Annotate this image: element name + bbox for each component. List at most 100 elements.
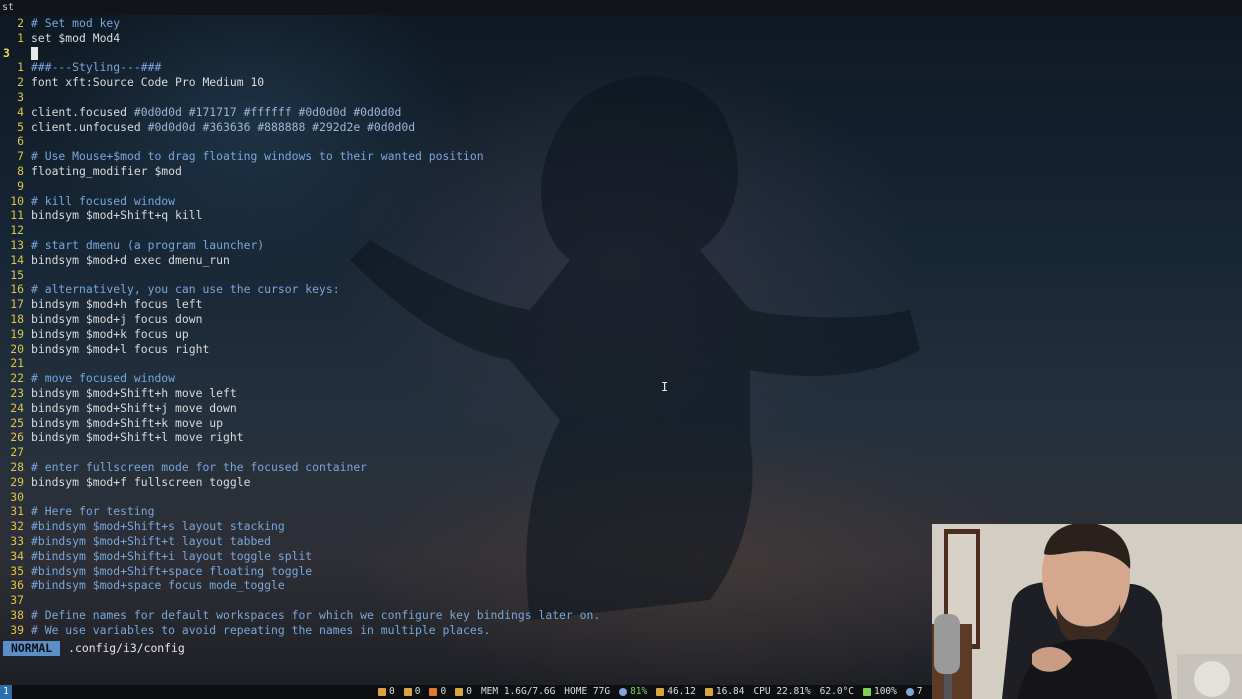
code-line[interactable]: 1 ###---Styling---###	[0, 60, 161, 75]
code-line[interactable]: 39 # We use variables to avoid repeating …	[0, 623, 490, 638]
line-number: 35	[10, 563, 24, 578]
code-line[interactable]: 2 # Set mod key	[0, 16, 120, 31]
status-value: MEM 1.6G/7.6G	[480, 686, 556, 697]
code-text: bindsym $mod+f fullscreen toggle	[31, 474, 251, 489]
code-text: bindsym $mod+Shift+h move left	[31, 386, 237, 400]
code-line[interactable]: 20 bindsym $mod+l focus right	[0, 342, 209, 357]
code-line[interactable]: 29 bindsym $mod+f fullscreen toggle	[0, 475, 250, 490]
code-text: bindsym $mod+Shift+j move down	[31, 400, 237, 415]
upload-icon	[455, 688, 464, 696]
code-line[interactable]: 3	[0, 46, 38, 61]
code-line[interactable]: 10 # kill focused window	[0, 194, 175, 209]
line-number: 21	[10, 356, 24, 371]
volume-icon	[905, 688, 914, 696]
code-line[interactable]: 26 bindsym $mod+Shift+l move right	[0, 430, 243, 445]
code-line[interactable]: 3	[0, 90, 31, 105]
code-line[interactable]: 13 # start dmenu (a program launcher)	[0, 238, 264, 253]
file-path: .config/i3/config	[68, 641, 185, 655]
package-icon	[378, 688, 386, 696]
line-number: 3	[17, 90, 24, 104]
status-block: 0	[455, 685, 472, 699]
code-line[interactable]: 23 bindsym $mod+Shift+h move left	[0, 386, 237, 401]
code-line[interactable]: 2 font xft:Source Code Pro Medium 10	[0, 75, 264, 90]
code-comment: # Set mod key	[31, 16, 121, 30]
line-number: 37	[10, 593, 24, 608]
line-number: 2	[17, 16, 24, 30]
status-block: 46.12	[656, 685, 696, 699]
line-number: 38	[10, 608, 24, 622]
code-line[interactable]: 30	[0, 490, 31, 505]
code-line[interactable]: 28 # enter fullscreen mode for the focuse…	[0, 460, 367, 475]
code-line[interactable]: 24 bindsym $mod+Shift+j move down	[0, 400, 237, 416]
code-line[interactable]: 27	[0, 445, 31, 460]
code-line[interactable]: 33 #bindsym $mod+Shift+t layout tabbed	[0, 534, 271, 549]
line-number: 17	[10, 297, 24, 312]
code-line[interactable]: 11 bindsym $mod+Shift+q kill	[0, 208, 202, 223]
code-line[interactable]: 18 bindsym $mod+j focus down	[0, 312, 202, 327]
code-line[interactable]: 15	[0, 268, 31, 283]
line-number: 36	[10, 578, 24, 593]
code-line[interactable]: 7 # Use Mouse+$mod to drag floating windo…	[0, 149, 484, 164]
status-block: 62.0°C	[820, 685, 854, 699]
code-line[interactable]: 12	[0, 223, 31, 238]
line-number: 10	[10, 193, 24, 208]
code-line[interactable]: 31 # Here for testing	[0, 504, 154, 519]
code-line[interactable]: 14 bindsym $mod+d exec dmenu_run	[0, 253, 230, 268]
code-line[interactable]: 32 #bindsym $mod+Shift+s layout stacking	[0, 519, 284, 534]
status-block: CPU 22.81%	[753, 685, 810, 699]
code-comment: #bindsym $mod+Shift+i layout toggle spli…	[31, 548, 313, 563]
line-number: 29	[10, 474, 24, 489]
code-text: bindsym $mod+Shift+q kill	[31, 208, 203, 223]
workspace-button[interactable]: 1	[0, 685, 12, 699]
code-comment: #bindsym $mod+Shift+t layout tabbed	[31, 534, 272, 548]
code-line[interactable]: 4 client.focused #0d0d0d #171717 #ffffff …	[0, 105, 401, 120]
line-number: 7	[17, 149, 24, 164]
code-line[interactable]: 16 # alternatively, you can use the curso…	[0, 282, 340, 297]
line-number: 12	[10, 223, 24, 238]
code-line[interactable]: 38 # Define names for default workspaces …	[0, 608, 600, 623]
status-value: 100%	[873, 686, 897, 697]
desktop: st 2 # Set mod key 1 set $mod Mod4 3 1 ###---S…	[0, 0, 1242, 699]
line-number: 14	[10, 252, 24, 267]
code-line[interactable]: 17 bindsym $mod+h focus left	[0, 297, 202, 312]
line-number: 19	[10, 326, 24, 341]
code-line[interactable]: 9	[0, 179, 31, 194]
status-value: 81%	[630, 686, 648, 697]
code-text: bindsym $mod+h focus left	[31, 297, 203, 312]
code-comment: # move focused window	[31, 371, 176, 386]
code-line[interactable]: 34 #bindsym $mod+Shift+i layout toggle sp…	[0, 549, 312, 564]
code-line[interactable]: 1 set $mod Mod4	[0, 31, 120, 46]
code-text: bindsym $mod+Shift+k move up	[31, 415, 224, 430]
line-number: 31	[10, 504, 24, 519]
code-line[interactable]: 8 floating_modifier $mod	[0, 164, 182, 179]
code-line[interactable]: 19 bindsym $mod+k focus up	[0, 326, 188, 342]
status-value: 0	[466, 686, 472, 697]
code-comment: # Use Mouse+$mod to drag floating window…	[31, 149, 484, 164]
code-text: bindsym $mod+j focus down	[31, 312, 203, 326]
code-line[interactable]: 22 # move focused window	[0, 371, 175, 386]
line-number: 33	[10, 534, 24, 548]
line-number: 23	[10, 386, 24, 400]
code-text: set $mod Mod4	[31, 30, 121, 45]
code-line[interactable]: 5 client.unfocused #0d0d0d #363636 #88888…	[0, 120, 415, 135]
status-block: 100%	[862, 685, 897, 699]
code-line[interactable]: 36 #bindsym $mod+space focus mode_toggle	[0, 578, 284, 593]
line-number: 16	[10, 282, 24, 297]
code-line[interactable]: 35 #bindsym $mod+Shift+space floating tog…	[0, 564, 312, 579]
code-line[interactable]: 25 bindsym $mod+Shift+k move up	[0, 416, 223, 431]
status-value: 0	[440, 686, 447, 697]
text-cursor	[31, 46, 38, 60]
code-comment: # Define names for default workspaces fo…	[31, 608, 601, 622]
status-block: MEM 1.6G/7.6G	[481, 685, 555, 699]
line-number: 26	[10, 430, 24, 445]
code-comment: # alternatively, you can use the cursor …	[31, 282, 340, 297]
status-value: 46.12	[667, 686, 696, 697]
line-number: 2	[17, 75, 24, 90]
code-line[interactable]: 37	[0, 593, 31, 608]
line-number: 22	[10, 371, 24, 386]
code-line[interactable]: 6	[0, 134, 31, 149]
status-value: 62.0°C	[819, 686, 854, 697]
line-number: 15	[10, 267, 24, 282]
line-number: 8	[17, 164, 24, 178]
code-line[interactable]: 21	[0, 356, 31, 371]
